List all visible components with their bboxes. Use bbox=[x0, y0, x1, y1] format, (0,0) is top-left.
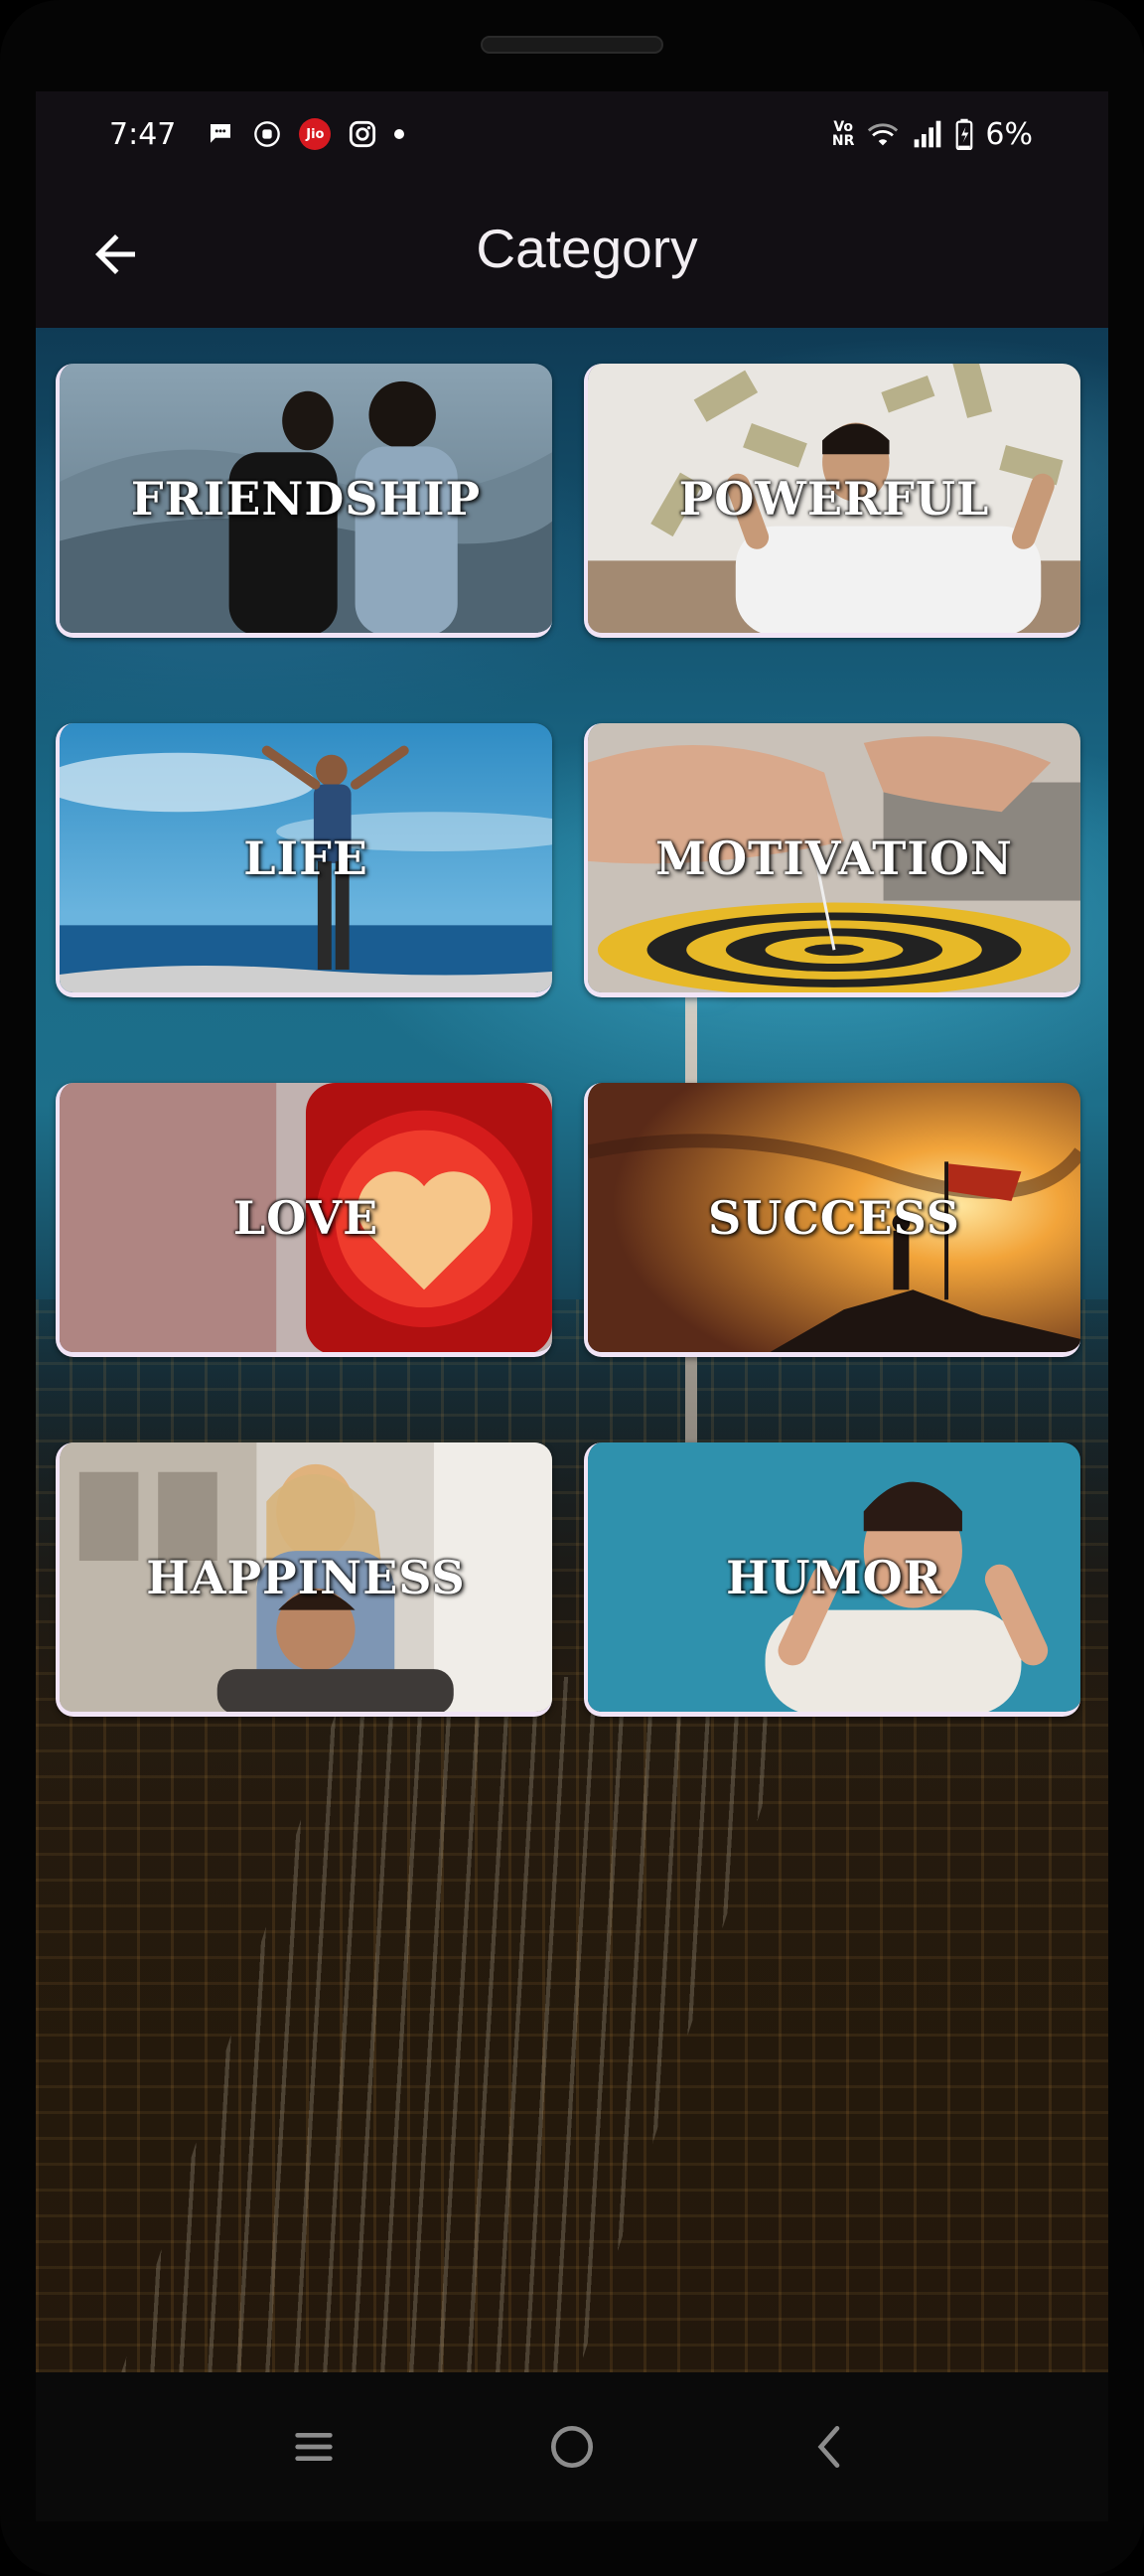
category-card-humor[interactable]: HUMOR bbox=[584, 1442, 1080, 1717]
battery-percent: 6% bbox=[985, 116, 1033, 152]
category-card-happiness[interactable]: HAPPINESS bbox=[56, 1442, 552, 1717]
volte-indicator: Vo NR bbox=[832, 120, 855, 148]
status-bar: 7:47 Jio Vo NR 6% bbox=[36, 91, 1108, 177]
category-card-love[interactable]: LOVE bbox=[56, 1083, 552, 1357]
category-label: HUMOR bbox=[726, 1550, 942, 1604]
category-card-success[interactable]: SUCCESS bbox=[584, 1083, 1080, 1357]
battery-charging-icon bbox=[955, 118, 973, 150]
recent-apps-button[interactable] bbox=[274, 2407, 354, 2487]
media-icon bbox=[253, 120, 281, 148]
home-button[interactable] bbox=[532, 2407, 612, 2487]
category-label: MOTIVATION bbox=[655, 831, 1013, 885]
earpiece-speaker bbox=[481, 36, 663, 54]
volte-bottom-text: NR bbox=[831, 133, 855, 149]
category-card-friendship[interactable]: FRIENDSHIP bbox=[56, 364, 552, 638]
system-icons: Vo NR 6% bbox=[832, 117, 1033, 152]
category-label: LOVE bbox=[232, 1190, 379, 1245]
category-card-powerful[interactable]: POWERFUL bbox=[584, 364, 1080, 638]
category-label: FRIENDSHIP bbox=[130, 471, 482, 526]
notification-icons: Jio bbox=[206, 118, 405, 150]
chevron-left-icon bbox=[817, 2426, 840, 2468]
category-grid: FRIENDSHIP POWERFUL LIFE MOTIVATION LOVE… bbox=[36, 328, 1108, 1739]
wifi-icon bbox=[866, 119, 900, 149]
chat-icon bbox=[206, 119, 235, 149]
system-navigation-bar bbox=[36, 2372, 1108, 2521]
jio-icon: Jio bbox=[299, 118, 332, 150]
category-card-life[interactable]: LIFE bbox=[56, 723, 552, 997]
home-circle-icon bbox=[551, 2426, 593, 2468]
instagram-icon bbox=[349, 120, 376, 148]
category-label: POWERFUL bbox=[678, 471, 990, 526]
category-label: HAPPINESS bbox=[146, 1550, 466, 1604]
category-content: FRIENDSHIP POWERFUL LIFE MOTIVATION LOVE… bbox=[36, 328, 1108, 2372]
status-time: 7:47 bbox=[109, 116, 177, 152]
page-title: Category bbox=[476, 218, 698, 279]
category-label: LIFE bbox=[243, 831, 368, 885]
category-card-motivation[interactable]: MOTIVATION bbox=[584, 723, 1080, 997]
menu-lines-icon bbox=[295, 2433, 333, 2461]
phone-frame: 7:47 Jio Vo NR 6% Category FRIENDSHIP PO… bbox=[0, 0, 1144, 2576]
system-back-button[interactable] bbox=[790, 2407, 870, 2487]
app-bar: Category bbox=[36, 177, 1108, 328]
app-screen: 7:47 Jio Vo NR 6% Category FRIENDSHIP PO… bbox=[36, 91, 1108, 2372]
category-label: SUCCESS bbox=[707, 1190, 961, 1245]
signal-icon bbox=[912, 119, 943, 149]
more-notifications-dot-icon bbox=[394, 129, 405, 139]
